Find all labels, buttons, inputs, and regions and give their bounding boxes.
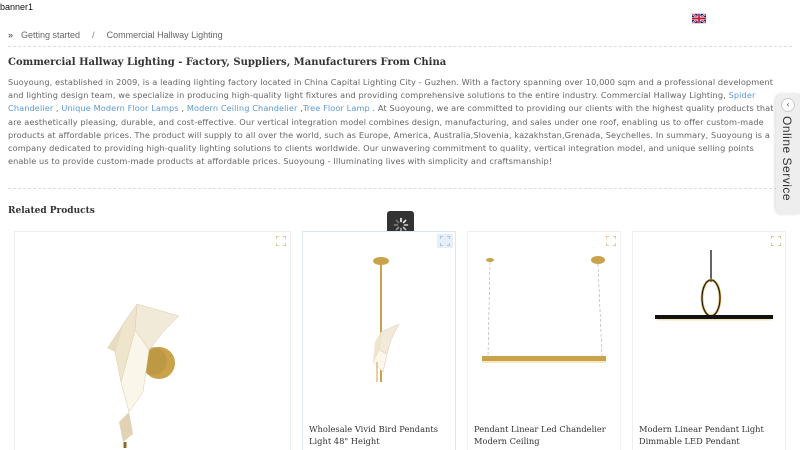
product-title[interactable]: Wholesale Vivid Bird Pendants Light 48" … <box>309 424 451 447</box>
intro-paragraph: Suoyoung, established in 2009, is a lead… <box>8 76 780 168</box>
product-card[interactable] <box>14 231 291 450</box>
linear-chandelier-image[interactable] <box>468 232 622 422</box>
product-card[interactable]: Modern Linear Pendant Light Dimmable LED… <box>632 231 786 450</box>
product-title[interactable]: Pendant Linear Led Chandelier Modern Cei… <box>474 424 616 447</box>
banner-label: banner1 <box>0 2 34 12</box>
link-modern-ceiling-chandelier[interactable]: Modern Ceiling Chandelier <box>187 103 298 113</box>
divider <box>8 188 792 189</box>
related-products-heading: Related Products <box>8 206 95 216</box>
chevron-left-icon[interactable]: ‹ <box>781 98 795 112</box>
intro-sep-2: , <box>178 103 187 114</box>
ring-pendant-light-image[interactable] <box>633 232 787 422</box>
breadcrumb-separator: / <box>92 30 95 40</box>
bird-pendant-light-image[interactable] <box>303 232 457 422</box>
bird-wall-lamp-image[interactable] <box>15 232 292 450</box>
product-card[interactable]: Pendant Linear Led Chandelier Modern Cei… <box>467 231 621 450</box>
link-tree-floor-lamp[interactable]: Tree Floor Lamp <box>303 103 370 113</box>
page-title: Commercial Hallway Lighting - Factory, S… <box>8 57 447 68</box>
breadcrumb: » Getting started / Commercial Hallway L… <box>8 30 223 40</box>
double-chevron-right-icon: » <box>8 30 14 40</box>
online-service-label: Online Service <box>780 116 794 202</box>
uk-flag-icon[interactable] <box>692 13 706 24</box>
product-card[interactable]: Wholesale Vivid Bird Pendants Light 48" … <box>302 231 456 450</box>
breadcrumb-getting-started[interactable]: Getting started <box>21 30 80 40</box>
online-service-tab[interactable]: ‹ Online Service <box>776 94 800 214</box>
link-unique-modern-floor-lamps[interactable]: Unique Modern Floor Lamps <box>61 103 178 113</box>
breadcrumb-current[interactable]: Commercial Hallway Lighting <box>107 30 223 40</box>
product-title[interactable]: Modern Linear Pendant Light Dimmable LED… <box>639 424 781 447</box>
intro-text-1: Suoyoung, established in 2009, is a lead… <box>8 77 774 101</box>
divider <box>8 46 792 47</box>
